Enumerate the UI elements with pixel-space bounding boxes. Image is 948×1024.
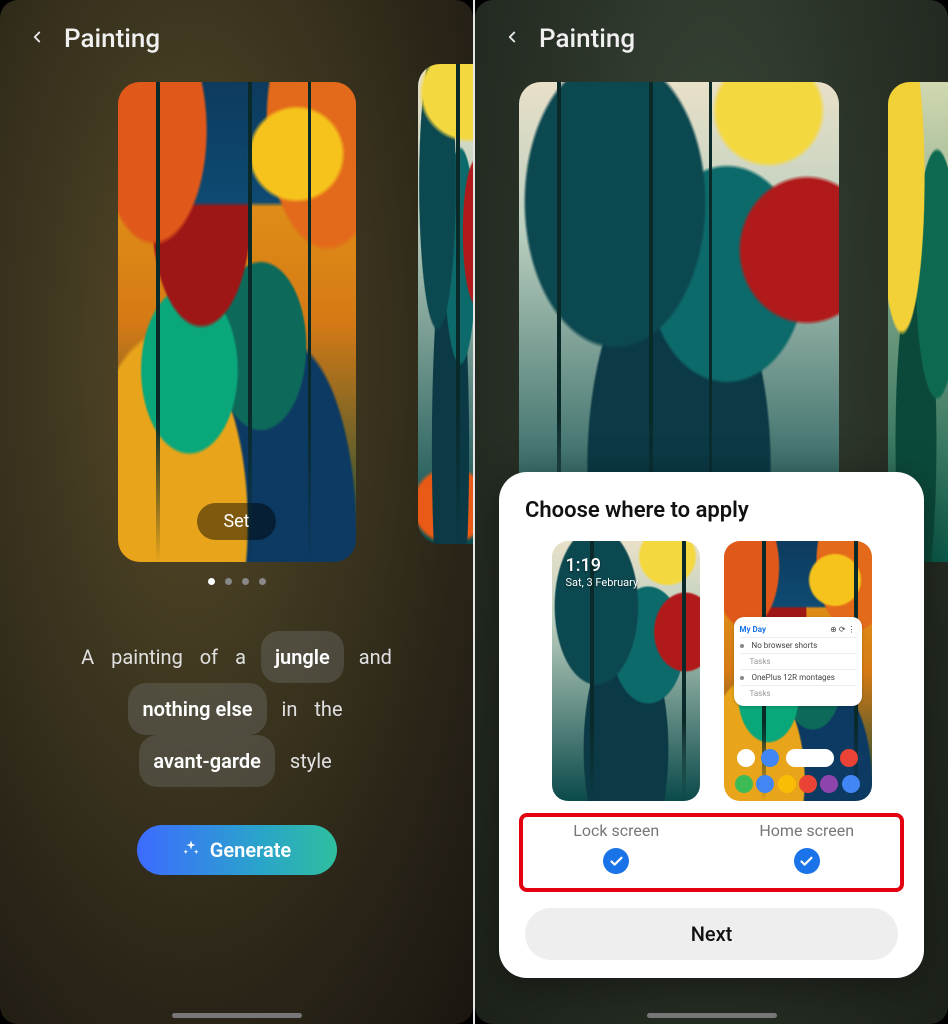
lock-date: Sat, 3 February [566, 576, 639, 589]
prompt-chip-style[interactable]: avant-garde [139, 735, 275, 787]
header-right: Painting [475, 0, 948, 64]
right-screen: Painting Choose where to apply 1:19 Sat,… [475, 0, 948, 1024]
page-title-left: Painting [64, 24, 160, 54]
lock-screen-preview[interactable]: 1:19 Sat, 3 February [552, 541, 700, 801]
wallpaper-card-main[interactable]: Set [118, 82, 356, 562]
app-row [734, 749, 862, 767]
prompt-text: A painting of a jungle and nothing else … [46, 631, 427, 787]
dot [242, 578, 249, 585]
back-icon[interactable] [28, 28, 46, 50]
prompt-chip-modifier[interactable]: nothing else [128, 683, 266, 735]
home-screen-target[interactable]: Home screen [724, 821, 891, 874]
lock-check-icon[interactable] [603, 848, 629, 874]
highlight-annotation: Lock screen Home screen [519, 813, 904, 892]
dock-row [734, 775, 862, 793]
home-screen-preview[interactable]: My Day⊕ ⟳ ⋮ No browser shorts Tasks OneP… [724, 541, 872, 801]
dot [259, 578, 266, 585]
back-icon[interactable] [503, 28, 521, 50]
home-label: Home screen [724, 821, 891, 840]
gesture-handle[interactable] [647, 1013, 777, 1018]
lock-label: Lock screen [533, 821, 700, 840]
left-screen: Painting Set A painting of a jungle and … [0, 0, 473, 1024]
generate-button[interactable]: Generate [137, 825, 337, 875]
page-indicator [0, 578, 473, 585]
page-title-right: Painting [539, 24, 635, 54]
lock-overlay: 1:19 Sat, 3 February [566, 555, 639, 589]
lock-screen-target[interactable]: Lock screen [533, 821, 700, 874]
header-left: Painting [0, 0, 473, 64]
prompt-chip-subject[interactable]: jungle [261, 631, 344, 683]
apply-bottom-sheet: Choose where to apply 1:19 Sat, 3 Februa… [499, 472, 924, 978]
wallpaper-carousel[interactable]: Set [0, 64, 473, 562]
generate-label: Generate [210, 838, 291, 862]
next-button[interactable]: Next [525, 908, 898, 960]
widget-card: My Day⊕ ⟳ ⋮ No browser shorts Tasks OneP… [734, 617, 862, 706]
set-button[interactable]: Set [197, 503, 275, 540]
gesture-handle[interactable] [172, 1013, 302, 1018]
home-check-icon[interactable] [794, 848, 820, 874]
apply-previews: 1:19 Sat, 3 February My Day⊕ ⟳ ⋮ No brow… [525, 541, 898, 801]
dot [208, 578, 215, 585]
lock-time: 1:19 [566, 555, 639, 576]
wallpaper-card-peek[interactable] [418, 64, 473, 544]
sheet-heading: Choose where to apply [525, 498, 898, 523]
dot [225, 578, 232, 585]
sparkle-icon [182, 838, 200, 862]
